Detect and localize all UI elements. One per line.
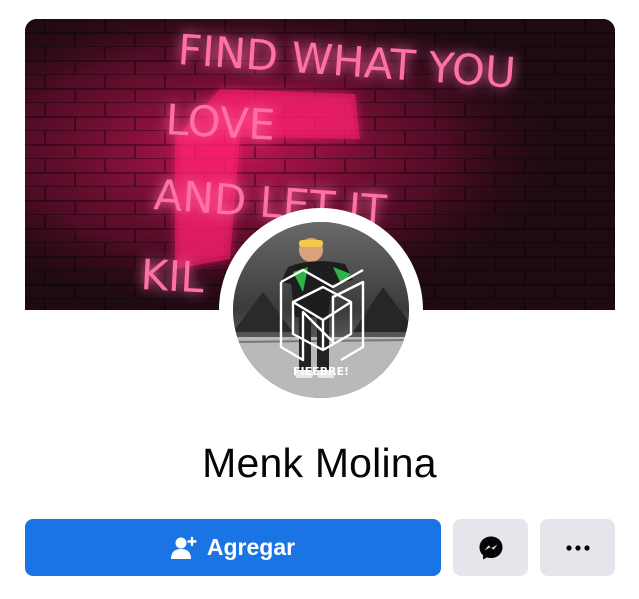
neon-line-2: LOVE — [164, 95, 276, 150]
more-icon — [565, 544, 590, 551]
avatar-caption: FIEEBRE! — [293, 365, 349, 378]
add-friend-icon — [170, 536, 197, 559]
profile-page: FIND WHAT YOU LOVE AND LET IT KIL FIEEBR… — [0, 0, 639, 599]
avatar[interactable]: FIEEBRE! — [233, 222, 409, 398]
messenger-button[interactable] — [453, 519, 528, 576]
avatar-image: FIEEBRE! — [233, 222, 409, 398]
add-friend-label: Agregar — [206, 534, 296, 560]
more-button[interactable] — [540, 519, 615, 576]
add-friend-button[interactable]: Agregar — [25, 519, 441, 576]
neon-line-4: KIL — [139, 250, 205, 302]
messenger-icon — [479, 536, 502, 559]
profile-name: Menk Molina — [202, 440, 437, 486]
